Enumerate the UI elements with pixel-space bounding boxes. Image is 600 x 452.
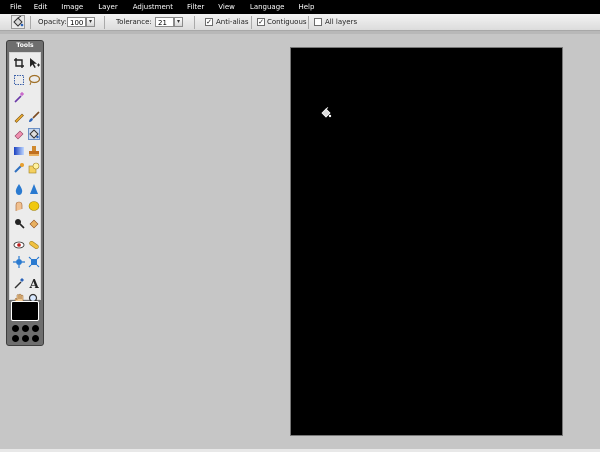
color-replace-icon[interactable]: [13, 162, 25, 174]
brush-icon[interactable]: [28, 111, 40, 123]
drawing-icon[interactable]: [28, 162, 40, 174]
separator: [194, 16, 195, 29]
tolerance-input[interactable]: 21: [155, 17, 174, 27]
all-layers-label: All layers: [325, 18, 358, 26]
sponge-icon[interactable]: [28, 200, 40, 212]
blur-icon[interactable]: [13, 183, 25, 195]
menu-image[interactable]: Image: [61, 0, 83, 14]
contiguous-checkbox[interactable]: ✓: [257, 18, 265, 26]
palette-dot[interactable]: [32, 325, 39, 332]
palette-dot[interactable]: [12, 325, 19, 332]
toolbar-shadow: [0, 31, 600, 34]
paint-bucket-icon: [11, 15, 25, 29]
sharpen-icon[interactable]: [28, 183, 40, 195]
menu-view[interactable]: View: [218, 0, 235, 14]
menu-edit[interactable]: Edit: [34, 0, 48, 14]
separator: [251, 16, 252, 29]
separator: [104, 16, 105, 29]
palette-dot[interactable]: [22, 325, 29, 332]
bloat-icon[interactable]: [13, 256, 25, 268]
menu-bar: File Edit Image Layer Adjustment Filter …: [0, 0, 600, 14]
type-icon[interactable]: A: [28, 277, 40, 291]
contiguous-label: Contiguous: [267, 18, 307, 26]
lasso-icon[interactable]: [28, 74, 41, 86]
tolerance-label: Tolerance:: [116, 18, 152, 26]
all-layers-checkbox[interactable]: [314, 18, 322, 26]
tools-panel-title: Tools: [16, 42, 34, 49]
separator: [308, 16, 309, 29]
burn-icon[interactable]: [28, 217, 40, 229]
eraser-icon[interactable]: [13, 128, 25, 140]
antialias-label: Anti-alias: [216, 18, 249, 26]
svg-text:A: A: [29, 277, 40, 289]
palette-dot[interactable]: [12, 335, 19, 342]
tolerance-dropdown[interactable]: ▾: [174, 17, 183, 27]
menu-file[interactable]: File: [10, 0, 22, 14]
magic-wand-icon[interactable]: [13, 91, 25, 103]
move-icon[interactable]: [28, 57, 40, 69]
paint-bucket-cursor-icon: [320, 107, 332, 119]
clone-stamp-icon[interactable]: [28, 145, 40, 157]
pencil-icon[interactable]: [13, 111, 25, 123]
spot-heal-icon[interactable]: [28, 239, 40, 251]
menu-help[interactable]: Help: [298, 0, 314, 14]
paint-bucket-tool[interactable]: [28, 128, 40, 140]
dodge-icon[interactable]: [13, 217, 25, 229]
antialias-checkbox[interactable]: ✓: [205, 18, 213, 26]
menu-filter[interactable]: Filter: [187, 0, 204, 14]
marquee-icon[interactable]: [13, 74, 25, 86]
tools-panel: Tools A: [6, 40, 44, 346]
crop-icon[interactable]: [13, 57, 25, 69]
opacity-label: Opacity:: [38, 18, 67, 26]
red-eye-icon[interactable]: [13, 239, 25, 251]
menu-layer[interactable]: Layer: [98, 0, 118, 14]
palette-dot[interactable]: [32, 335, 39, 342]
opacity-dropdown[interactable]: ▾: [86, 17, 95, 27]
smudge-icon[interactable]: [13, 200, 25, 212]
color-picker-icon[interactable]: [13, 277, 25, 289]
menu-language[interactable]: Language: [250, 0, 285, 14]
tool-options-bar: Opacity: 100 ▾ Tolerance: 21 ▾ ✓ Anti-al…: [0, 14, 600, 31]
menu-adjustment[interactable]: Adjustment: [133, 0, 173, 14]
pinch-icon[interactable]: [28, 256, 40, 268]
palette-dot[interactable]: [22, 335, 29, 342]
opacity-input[interactable]: 100: [67, 17, 86, 27]
foreground-color-swatch[interactable]: [11, 301, 39, 321]
separator: [30, 16, 31, 29]
tool-grid: A: [9, 52, 41, 305]
gradient-icon[interactable]: [13, 145, 25, 157]
